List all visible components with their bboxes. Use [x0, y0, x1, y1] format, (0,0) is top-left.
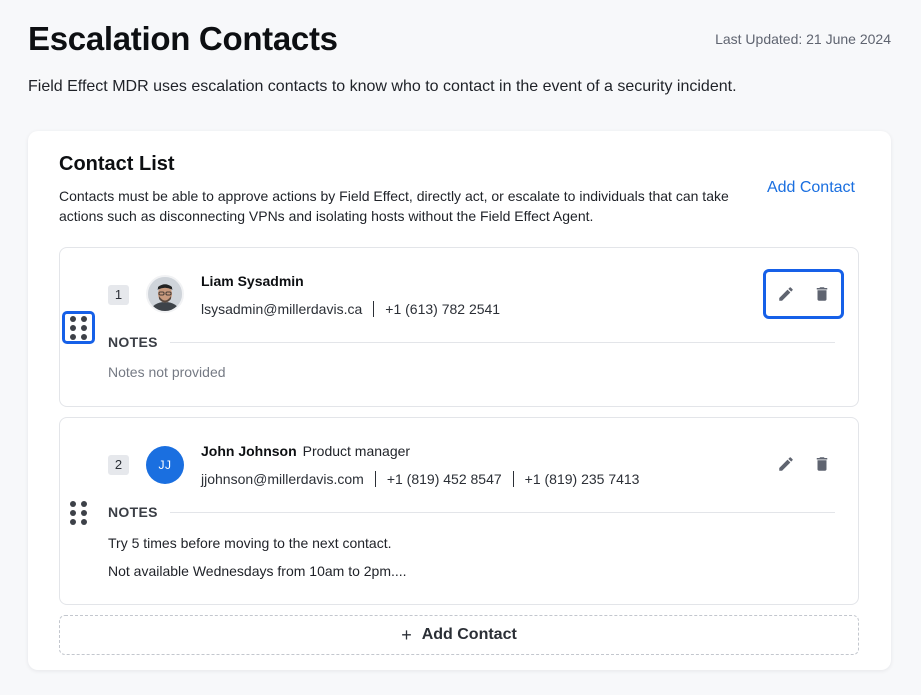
notes-line: Notes not provided — [108, 364, 226, 380]
separator — [512, 471, 514, 487]
notes-text: Notes not provided — [108, 358, 226, 386]
drag-handle-icon[interactable] — [62, 311, 95, 344]
separator — [373, 301, 375, 317]
contact-phone: +1 (819) 452 8547 — [386, 471, 502, 487]
notes-line: Not available Wednesdays from 10am to 2p… — [108, 563, 407, 579]
contact-email: lsysadmin@millerdavis.ca — [201, 301, 363, 317]
notes-header: NOTES — [108, 504, 835, 520]
separator — [374, 471, 376, 487]
page-description: Field Effect MDR uses escalation contact… — [28, 78, 737, 95]
avatar — [146, 275, 184, 313]
contact-name-text: Liam Sysadmin — [201, 273, 304, 289]
contact-details: jjohnson@millerdavis.com +1 (819) 452 854… — [201, 471, 639, 487]
trash-icon[interactable] — [812, 454, 832, 474]
notes-label: NOTES — [108, 334, 158, 350]
add-contact-button-label: Add Contact — [421, 626, 517, 643]
contact-name: John Johnson Product manager — [201, 443, 410, 459]
contact-index-badge: 2 — [108, 455, 129, 475]
plus-icon: + — [401, 624, 412, 645]
contact-phone: +1 (613) 782 2541 — [385, 301, 501, 317]
contact-list-card: Contact List Contacts must be able to ap… — [28, 131, 891, 670]
pencil-icon[interactable] — [776, 284, 796, 304]
contact-name-text: John Johnson — [201, 443, 297, 459]
notes-line: Try 5 times before moving to the next co… — [108, 535, 392, 551]
contact-name: Liam Sysadmin — [201, 273, 304, 289]
pencil-icon[interactable] — [776, 454, 796, 474]
divider — [169, 511, 835, 513]
avatar: JJ — [146, 446, 184, 484]
add-contact-link[interactable]: Add Contact — [767, 179, 855, 197]
contact-email: jjohnson@millerdavis.com — [201, 471, 364, 487]
last-updated-text: Last Updated: 21 June 2024 — [715, 31, 891, 47]
contact-actions — [763, 439, 844, 489]
contact-phone-secondary: +1 (819) 235 7413 — [524, 471, 640, 487]
drag-handle-icon[interactable] — [63, 497, 93, 529]
contact-details: lsysadmin@millerdavis.ca +1 (613) 782 254… — [201, 301, 500, 317]
contact-actions — [763, 269, 844, 319]
contact-role: Product manager — [302, 443, 411, 459]
trash-icon[interactable] — [812, 284, 832, 304]
page-header: Escalation Contacts Last Updated: 21 Jun… — [28, 20, 891, 58]
divider — [169, 341, 835, 343]
notes-text: Try 5 times before moving to the next co… — [108, 529, 407, 585]
contact-card: 1 Liam Sysadmin lsysadmin@millerdavis.ca… — [59, 247, 859, 407]
contact-list-title: Contact List — [59, 153, 175, 175]
notes-header: NOTES — [108, 334, 835, 350]
contact-index-badge: 1 — [108, 285, 129, 305]
contact-card: 2 JJ John Johnson Product manager jjohnso… — [59, 417, 859, 605]
notes-label: NOTES — [108, 504, 158, 520]
add-contact-button[interactable]: + Add Contact — [59, 615, 859, 655]
contact-list-description: Contacts must be able to approve actions… — [59, 188, 729, 224]
